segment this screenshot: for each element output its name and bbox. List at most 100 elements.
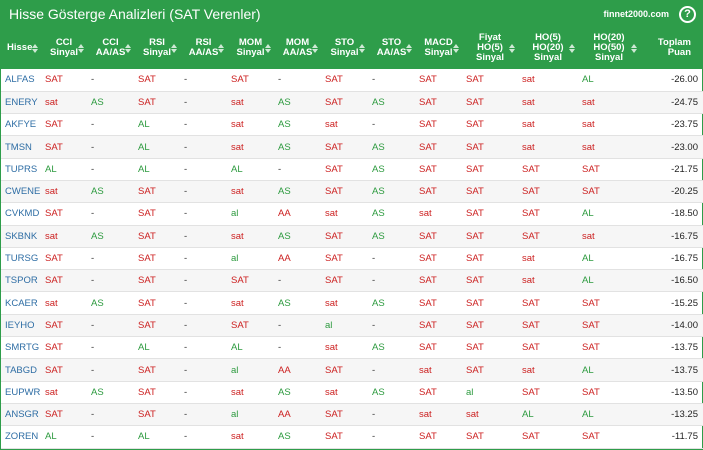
stock-symbol-link[interactable]: TABGD <box>1 359 41 381</box>
column-header-line: AA/AS <box>95 47 126 58</box>
table-row: TURSG SAT - SAT - al AA SAT - SAT SAT sat AL -16.75 <box>1 247 703 270</box>
signal-cell-cci: AL <box>45 163 57 175</box>
signal-cell-rsi_aa: - <box>184 119 188 131</box>
signal-cell-ho20_50: SAT <box>582 163 600 175</box>
signal-cell-ho20_50: AL <box>582 275 594 287</box>
signal-cell-mom_aa: AA <box>278 409 291 421</box>
sort-icon[interactable] <box>78 42 84 54</box>
stock-symbol-link[interactable]: TURSG <box>1 247 41 269</box>
signal-cell-fiyat_ho5: SAT <box>466 364 484 376</box>
column-header-rsi_aa[interactable]: RSI AA/AS <box>180 27 227 69</box>
signal-cell-mom: al <box>231 208 239 220</box>
signal-cell-cci_aa: AS <box>91 386 104 398</box>
signal-cell-sto: al <box>325 319 333 331</box>
signal-cell-macd: SAT <box>419 96 437 108</box>
signal-cell-macd: sat <box>419 208 432 220</box>
column-header-cci_aa[interactable]: CCI AA/AS <box>87 27 134 69</box>
stock-symbol-link[interactable]: EUPWR <box>1 381 41 403</box>
stock-symbol-link[interactable]: ENERY <box>1 91 41 113</box>
column-header-sto_aa[interactable]: STO AA/AS <box>368 27 415 69</box>
signal-cell-macd: SAT <box>419 186 437 198</box>
signal-cell-rsi_aa: - <box>184 74 188 86</box>
stock-symbol-link[interactable]: IEYHO <box>1 314 41 336</box>
signal-cell-cci: SAT <box>45 319 63 331</box>
signal-cell-mom: AL <box>231 342 243 354</box>
sort-icon[interactable] <box>359 42 365 54</box>
signal-cell-rsi_aa: - <box>184 208 188 220</box>
sort-icon[interactable] <box>631 42 637 54</box>
total-score-cell: -13.50 <box>671 386 698 398</box>
sort-icon[interactable] <box>569 42 575 54</box>
column-header-ho5_20[interactable]: HO(5) HO(20) Sinyal <box>518 27 578 69</box>
stock-symbol-link[interactable]: CVKMD <box>1 203 41 225</box>
signal-cell-ho5_20: sat <box>522 253 535 265</box>
column-header-puan[interactable]: Toplam Puan <box>640 27 703 69</box>
signal-cell-macd: SAT <box>419 319 437 331</box>
column-header-sto[interactable]: STO Sinyal <box>321 27 368 69</box>
column-header-label: RSI AA/AS <box>189 38 219 58</box>
signal-cell-sto_aa: - <box>372 319 376 331</box>
sort-icon[interactable] <box>406 42 412 54</box>
signal-cell-ho20_50: SAT <box>582 319 600 331</box>
column-header-label: Fiyat HO(5) Sinyal <box>476 33 504 63</box>
table-row: ANSGR SAT - SAT - al AA SAT - sat sat AL AL -13.25 <box>1 403 703 426</box>
signal-cell-cci_aa: - <box>91 319 95 331</box>
stock-symbol-link[interactable]: KCAER <box>1 292 41 314</box>
help-icon[interactable]: ? <box>679 5 696 23</box>
signal-cell-ho5_20: sat <box>522 74 535 86</box>
signal-cell-macd: sat <box>419 409 432 421</box>
sort-icon[interactable] <box>171 42 177 54</box>
signal-cell-rsi: AL <box>138 141 150 153</box>
signal-cell-sto_aa: - <box>372 431 376 443</box>
signal-cell-mom: AL <box>231 163 243 175</box>
table-row: AKFYE SAT - AL - sat AS sat - SAT SAT sat sat -23.75 <box>1 114 703 136</box>
stock-symbol-link[interactable]: TUPRS <box>1 158 41 180</box>
signal-cell-fiyat_ho5: SAT <box>466 297 484 309</box>
signal-cell-sto_aa: AS <box>372 163 385 175</box>
stock-symbol-link[interactable]: TSPOR <box>1 270 41 292</box>
column-header-cci[interactable]: CCI Sinyal <box>41 27 87 69</box>
signal-cell-rsi: SAT <box>138 186 156 198</box>
table-row: TSPOR SAT - SAT - SAT - SAT - SAT SAT sat AL -16.50 <box>1 269 703 292</box>
signal-cell-sto: SAT <box>325 141 343 153</box>
column-header-line: AA/AS <box>188 47 219 58</box>
signal-cell-mom: sat <box>231 431 244 443</box>
signal-cell-macd: SAT <box>419 431 437 443</box>
signal-cell-ho20_50: SAT <box>582 342 600 354</box>
column-header-mom_aa[interactable]: MOM AA/AS <box>274 27 321 69</box>
signal-cell-ho20_50: SAT <box>582 297 600 309</box>
column-header-rsi[interactable]: RSI Sinyal <box>134 27 180 69</box>
signal-cell-rsi: SAT <box>138 253 156 265</box>
stock-symbol-link[interactable]: ZOREN <box>1 426 41 448</box>
sort-icon[interactable] <box>265 42 271 54</box>
signal-cell-sto_aa: - <box>372 275 376 287</box>
column-header-macd[interactable]: MACD Sinyal <box>415 27 462 69</box>
signal-cell-mom_aa: AA <box>278 208 291 220</box>
sort-icon[interactable] <box>509 42 515 54</box>
stock-symbol-link[interactable]: SMRTG <box>1 337 41 359</box>
column-header-ho20_50[interactable]: HO(20) HO(50) Sinyal <box>578 27 640 69</box>
sort-icon[interactable] <box>453 42 459 54</box>
signal-cell-sto_aa: AS <box>372 386 385 398</box>
stock-symbol-link[interactable]: SKBNK <box>1 225 41 247</box>
total-score-cell: -23.75 <box>671 119 698 131</box>
signal-cell-mom_aa: - <box>278 163 282 175</box>
table-row: ZOREN AL - AL - sat AS SAT - SAT SAT SAT SAT -11.75 <box>1 426 703 449</box>
sort-icon[interactable] <box>32 42 38 54</box>
stock-symbol-link[interactable]: AKFYE <box>1 114 41 136</box>
signal-cell-cci: sat <box>45 386 58 398</box>
sort-icon[interactable] <box>312 42 318 54</box>
column-header-hisse[interactable]: Hisse <box>1 27 41 69</box>
column-header-mom[interactable]: MOM Sinyal <box>227 27 274 69</box>
total-score-cell: -24.75 <box>671 96 698 108</box>
signal-cell-rsi: AL <box>138 163 150 175</box>
stock-symbol-link[interactable]: ALFAS <box>1 69 41 91</box>
column-header-fiyat_ho5[interactable]: Fiyat HO(5) Sinyal <box>462 27 518 69</box>
signal-cell-ho20_50: sat <box>582 230 595 242</box>
column-header-line: AA/AS <box>376 47 407 58</box>
stock-symbol-link[interactable]: TMSN <box>1 136 41 158</box>
stock-symbol-link[interactable]: ANSGR <box>1 403 41 425</box>
sort-icon[interactable] <box>125 42 131 54</box>
sort-icon[interactable] <box>218 42 224 54</box>
stock-symbol-link[interactable]: CWENE <box>1 180 41 202</box>
